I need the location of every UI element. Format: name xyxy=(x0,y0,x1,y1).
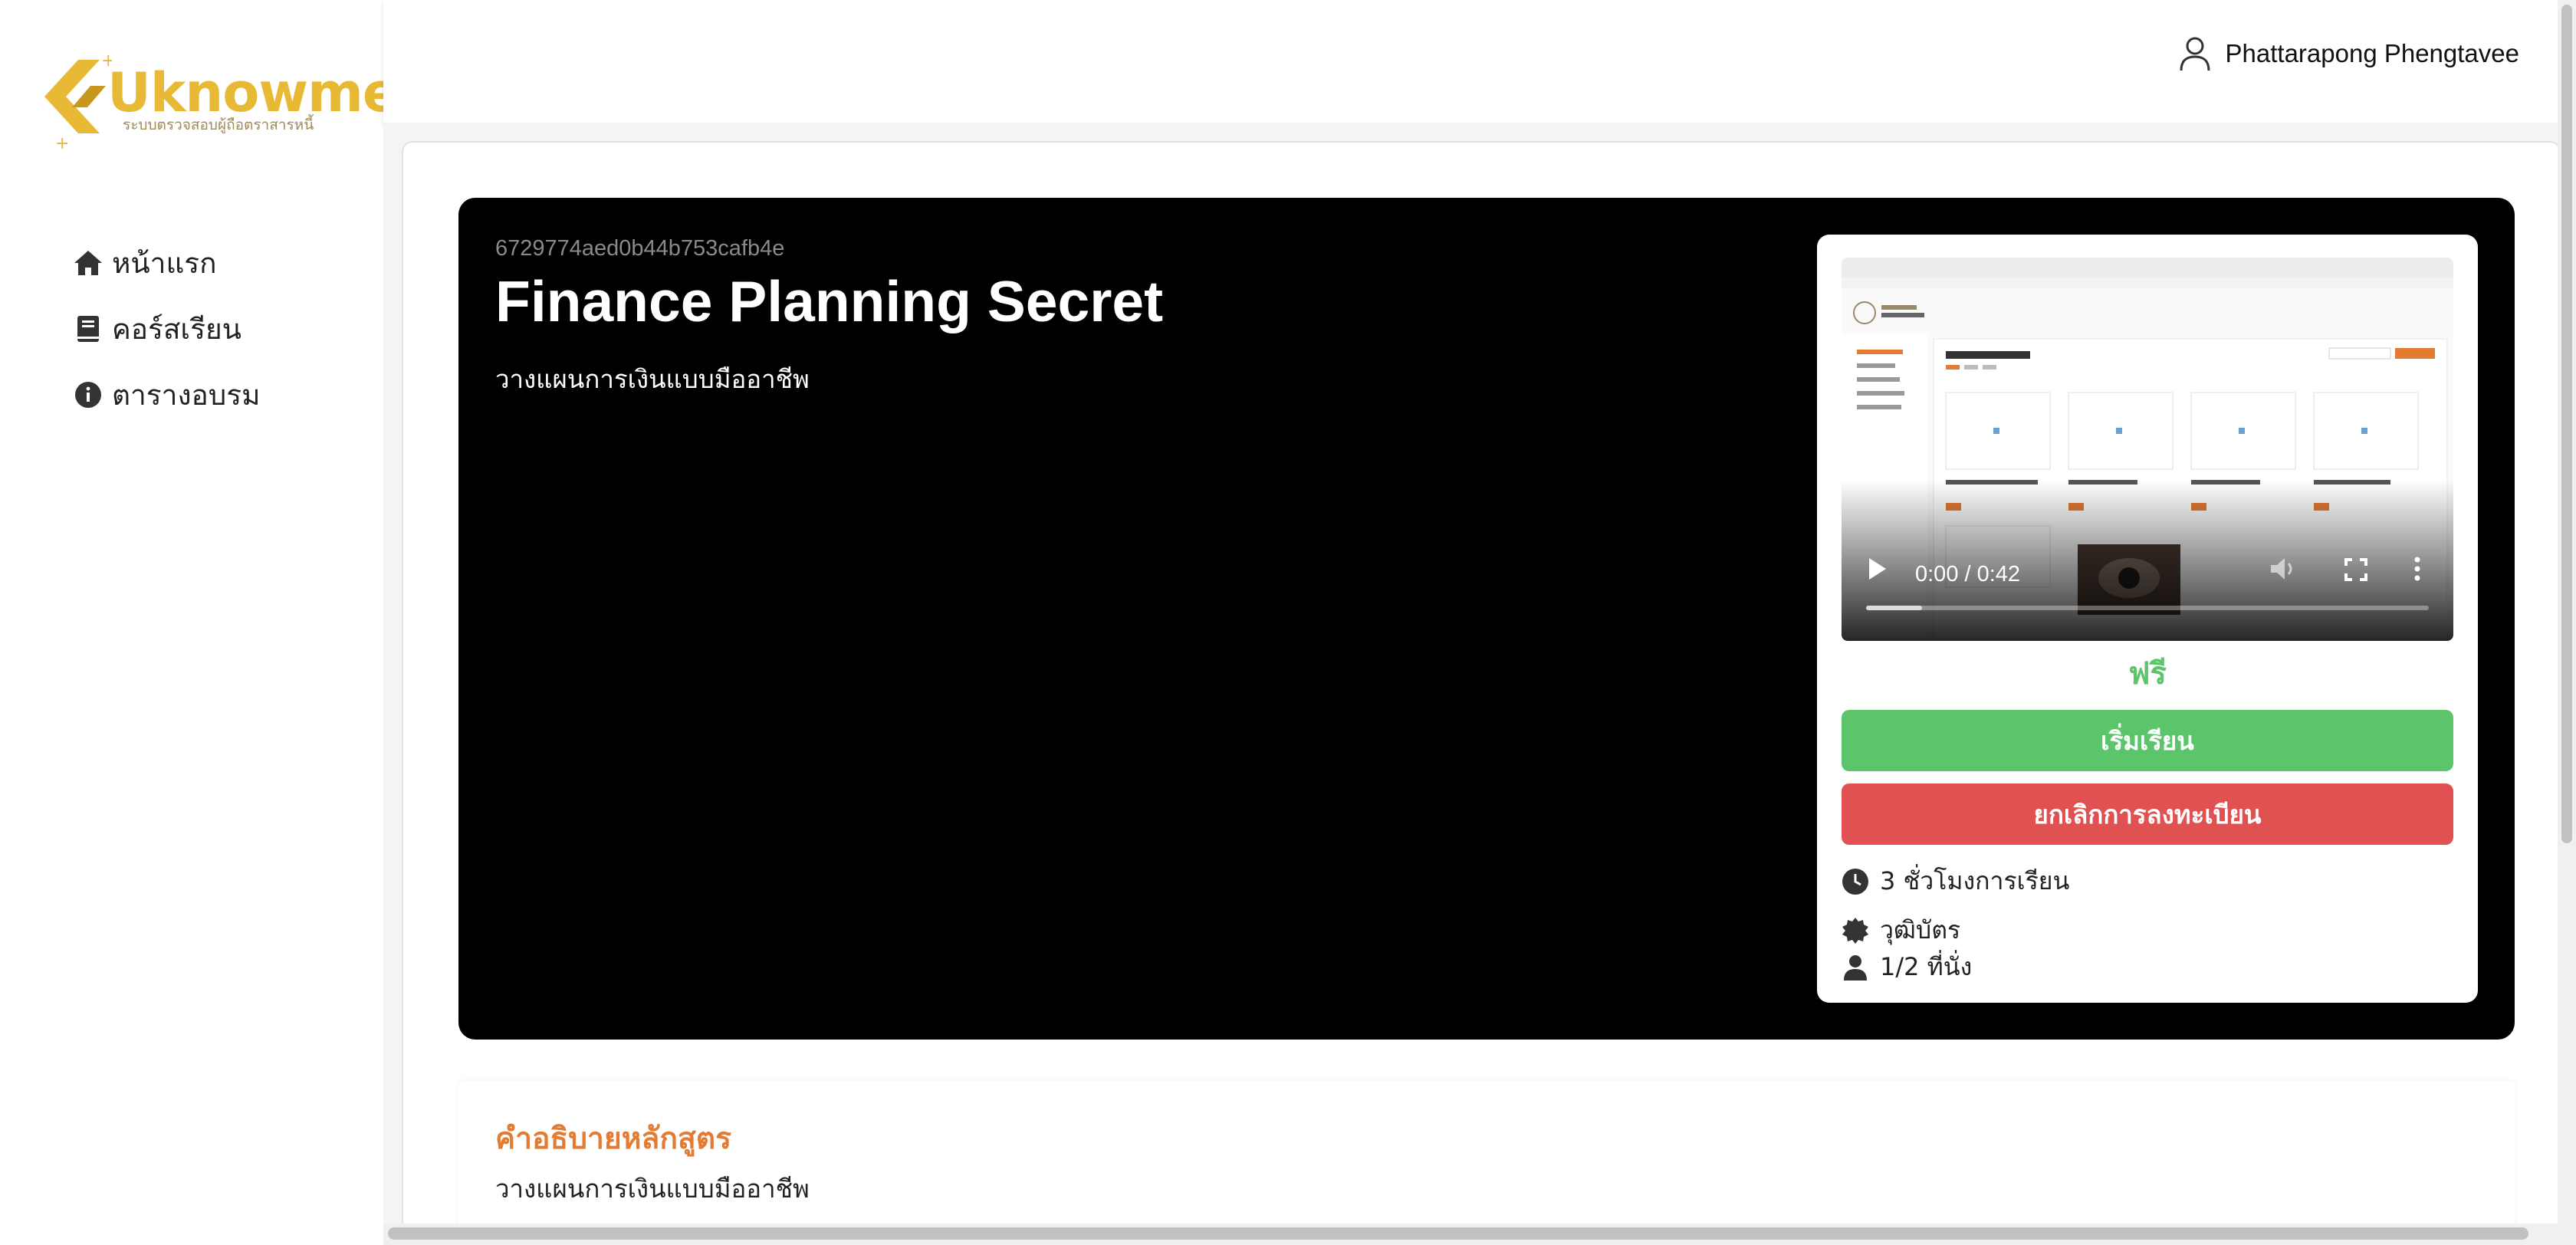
sidebar-item-schedule[interactable]: ตารางอบรม xyxy=(72,362,261,428)
home-icon xyxy=(72,247,104,279)
book-icon xyxy=(72,313,104,345)
user-icon xyxy=(1844,954,1867,981)
vertical-scrollbar[interactable] xyxy=(2558,0,2576,1245)
video-progress-bar[interactable] xyxy=(1866,606,2429,610)
course-hours: 3 ชั่วโมงการเรียน xyxy=(1842,862,2069,901)
info-icon xyxy=(72,379,104,411)
course-seats: 1/2 ที่นั่ง xyxy=(1842,948,1972,987)
top-bar: Phattarapong Phengtavee xyxy=(383,0,2561,123)
sidebar-item-courses[interactable]: คอร์สเรียน xyxy=(72,296,261,362)
sidebar-item-label: หน้าแรก xyxy=(112,246,217,280)
certificate-badge-icon xyxy=(1842,917,1868,944)
course-description-card: คำอธิบายหลักสูตร วางแผนการเงินแบบมืออาชี… xyxy=(458,1081,2515,1245)
sidebar-item-home[interactable]: หน้าแรก xyxy=(72,230,261,296)
svg-text:+: + xyxy=(55,134,69,153)
clock-icon xyxy=(1842,868,1868,895)
horizontal-scrollbar[interactable] xyxy=(383,1224,2561,1245)
course-id: 6729774aed0b44b753cafb4e xyxy=(495,236,785,261)
course-certificate: วุฒิบัตร xyxy=(1842,911,1960,950)
video-progress-fill xyxy=(1866,606,1923,610)
course-seats-label: 1/2 ที่นั่ง xyxy=(1880,952,1973,981)
app-logo[interactable]: + + Uknowme ระบบตรวจสอบผู้ถือตราสารหนี้ xyxy=(37,46,399,161)
user-name: Phattarapong Phengtavee xyxy=(2225,39,2519,67)
play-icon[interactable] xyxy=(1866,557,1888,581)
horizontal-scrollbar-thumb[interactable] xyxy=(388,1227,2528,1240)
vertical-scrollbar-thumb[interactable] xyxy=(2561,5,2572,843)
start-learning-button[interactable]: เริ่มเรียน xyxy=(1842,710,2453,771)
course-subtitle: วางแผนการเงินแบบมืออาชีพ xyxy=(495,364,810,394)
course-hero: 6729774aed0b44b753cafb4e Finance Plannin… xyxy=(458,198,2515,1040)
fullscreen-icon[interactable] xyxy=(2344,558,2367,581)
sidebar-item-label: คอร์สเรียน xyxy=(112,312,242,346)
course-hours-label: 3 ชั่วโมงการเรียน xyxy=(1880,866,2070,895)
description-text: วางแผนการเงินแบบมืออาชีพ xyxy=(495,1174,810,1204)
user-menu[interactable]: Phattarapong Phengtavee xyxy=(2175,34,2519,74)
volume-icon[interactable] xyxy=(2269,557,2297,581)
course-video-player[interactable]: 0:00 / 0:42 xyxy=(1842,258,2453,641)
logo-mark-icon: + + xyxy=(44,54,112,153)
video-time: 0:00 / 0:42 xyxy=(1915,562,2021,586)
logo-subtitle: ระบบตรวจสอบผู้ถือตราสารหนี้ xyxy=(123,117,314,133)
course-enroll-card: 0:00 / 0:42 ฟรี เริ่มเรียน ยกเลิกการลงทะ… xyxy=(1817,235,2478,1003)
sidebar: + + Uknowme ระบบตรวจสอบผู้ถือตราสารหนี้ … xyxy=(0,0,399,1245)
cancel-registration-button[interactable]: ยกเลิกการลงทะเบียน xyxy=(1842,783,2453,845)
more-options-icon[interactable] xyxy=(2413,557,2421,581)
sidebar-item-label: ตารางอบรม xyxy=(112,378,261,412)
course-price: ฟรี xyxy=(2128,656,2167,691)
sidebar-nav: หน้าแรก คอร์สเรียน ตารางอบรม xyxy=(72,230,261,428)
description-heading: คำอธิบายหลักสูตร xyxy=(495,1122,732,1156)
course-certificate-label: วุฒิบัตร xyxy=(1880,915,1961,944)
course-title: Finance Planning Secret xyxy=(495,269,1164,333)
user-icon xyxy=(2180,37,2210,71)
